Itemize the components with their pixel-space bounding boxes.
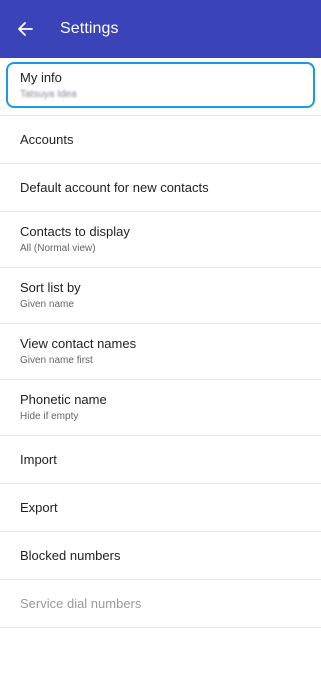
focus-highlight: My info Tatsuya Idea xyxy=(6,62,315,108)
settings-item-blocked-numbers[interactable]: Blocked numbers xyxy=(0,532,321,580)
settings-item-default-account[interactable]: Default account for new contacts xyxy=(0,164,321,212)
settings-item-label: Blocked numbers xyxy=(20,547,121,563)
settings-item-label: Import xyxy=(20,451,57,467)
page-title: Settings xyxy=(60,20,119,37)
settings-item-accounts[interactable]: Accounts xyxy=(0,116,321,164)
settings-item-value: Hide if empty xyxy=(20,411,79,422)
back-button[interactable] xyxy=(16,20,34,38)
settings-item-label: Export xyxy=(20,499,58,515)
settings-item-label: View contact names xyxy=(20,336,137,351)
settings-item-label: Accounts xyxy=(20,131,74,147)
settings-item-sort-list-by[interactable]: Sort list by Given name xyxy=(0,268,321,324)
settings-item-value: All (Normal view) xyxy=(20,243,96,254)
settings-item-export[interactable]: Export xyxy=(0,484,321,532)
arrow-left-icon xyxy=(18,22,33,36)
my-info-label: My info xyxy=(20,69,62,85)
settings-item-phonetic-name[interactable]: Phonetic name Hide if empty xyxy=(0,380,321,436)
settings-item-label: Phonetic name xyxy=(20,392,107,407)
settings-item-label: Sort list by xyxy=(20,280,81,295)
settings-list: My info Tatsuya Idea Accounts Default ac… xyxy=(0,58,321,628)
settings-item-label: Contacts to display xyxy=(20,224,130,239)
settings-item-value: Given name first xyxy=(20,355,93,366)
settings-item-value: Given name xyxy=(20,299,74,310)
my-info-value: Tatsuya Idea xyxy=(20,88,77,100)
settings-item-view-contact-names[interactable]: View contact names Given name first xyxy=(0,324,321,380)
settings-item-service-dial-numbers: Service dial numbers xyxy=(0,580,321,628)
app-bar: Settings xyxy=(0,0,321,58)
settings-item-label: Service dial numbers xyxy=(20,595,142,611)
settings-item-my-info[interactable]: My info Tatsuya Idea xyxy=(0,58,321,116)
settings-item-contacts-to-display[interactable]: Contacts to display All (Normal view) xyxy=(0,212,321,268)
settings-item-import[interactable]: Import xyxy=(0,436,321,484)
settings-item-label: Default account for new contacts xyxy=(20,179,209,195)
